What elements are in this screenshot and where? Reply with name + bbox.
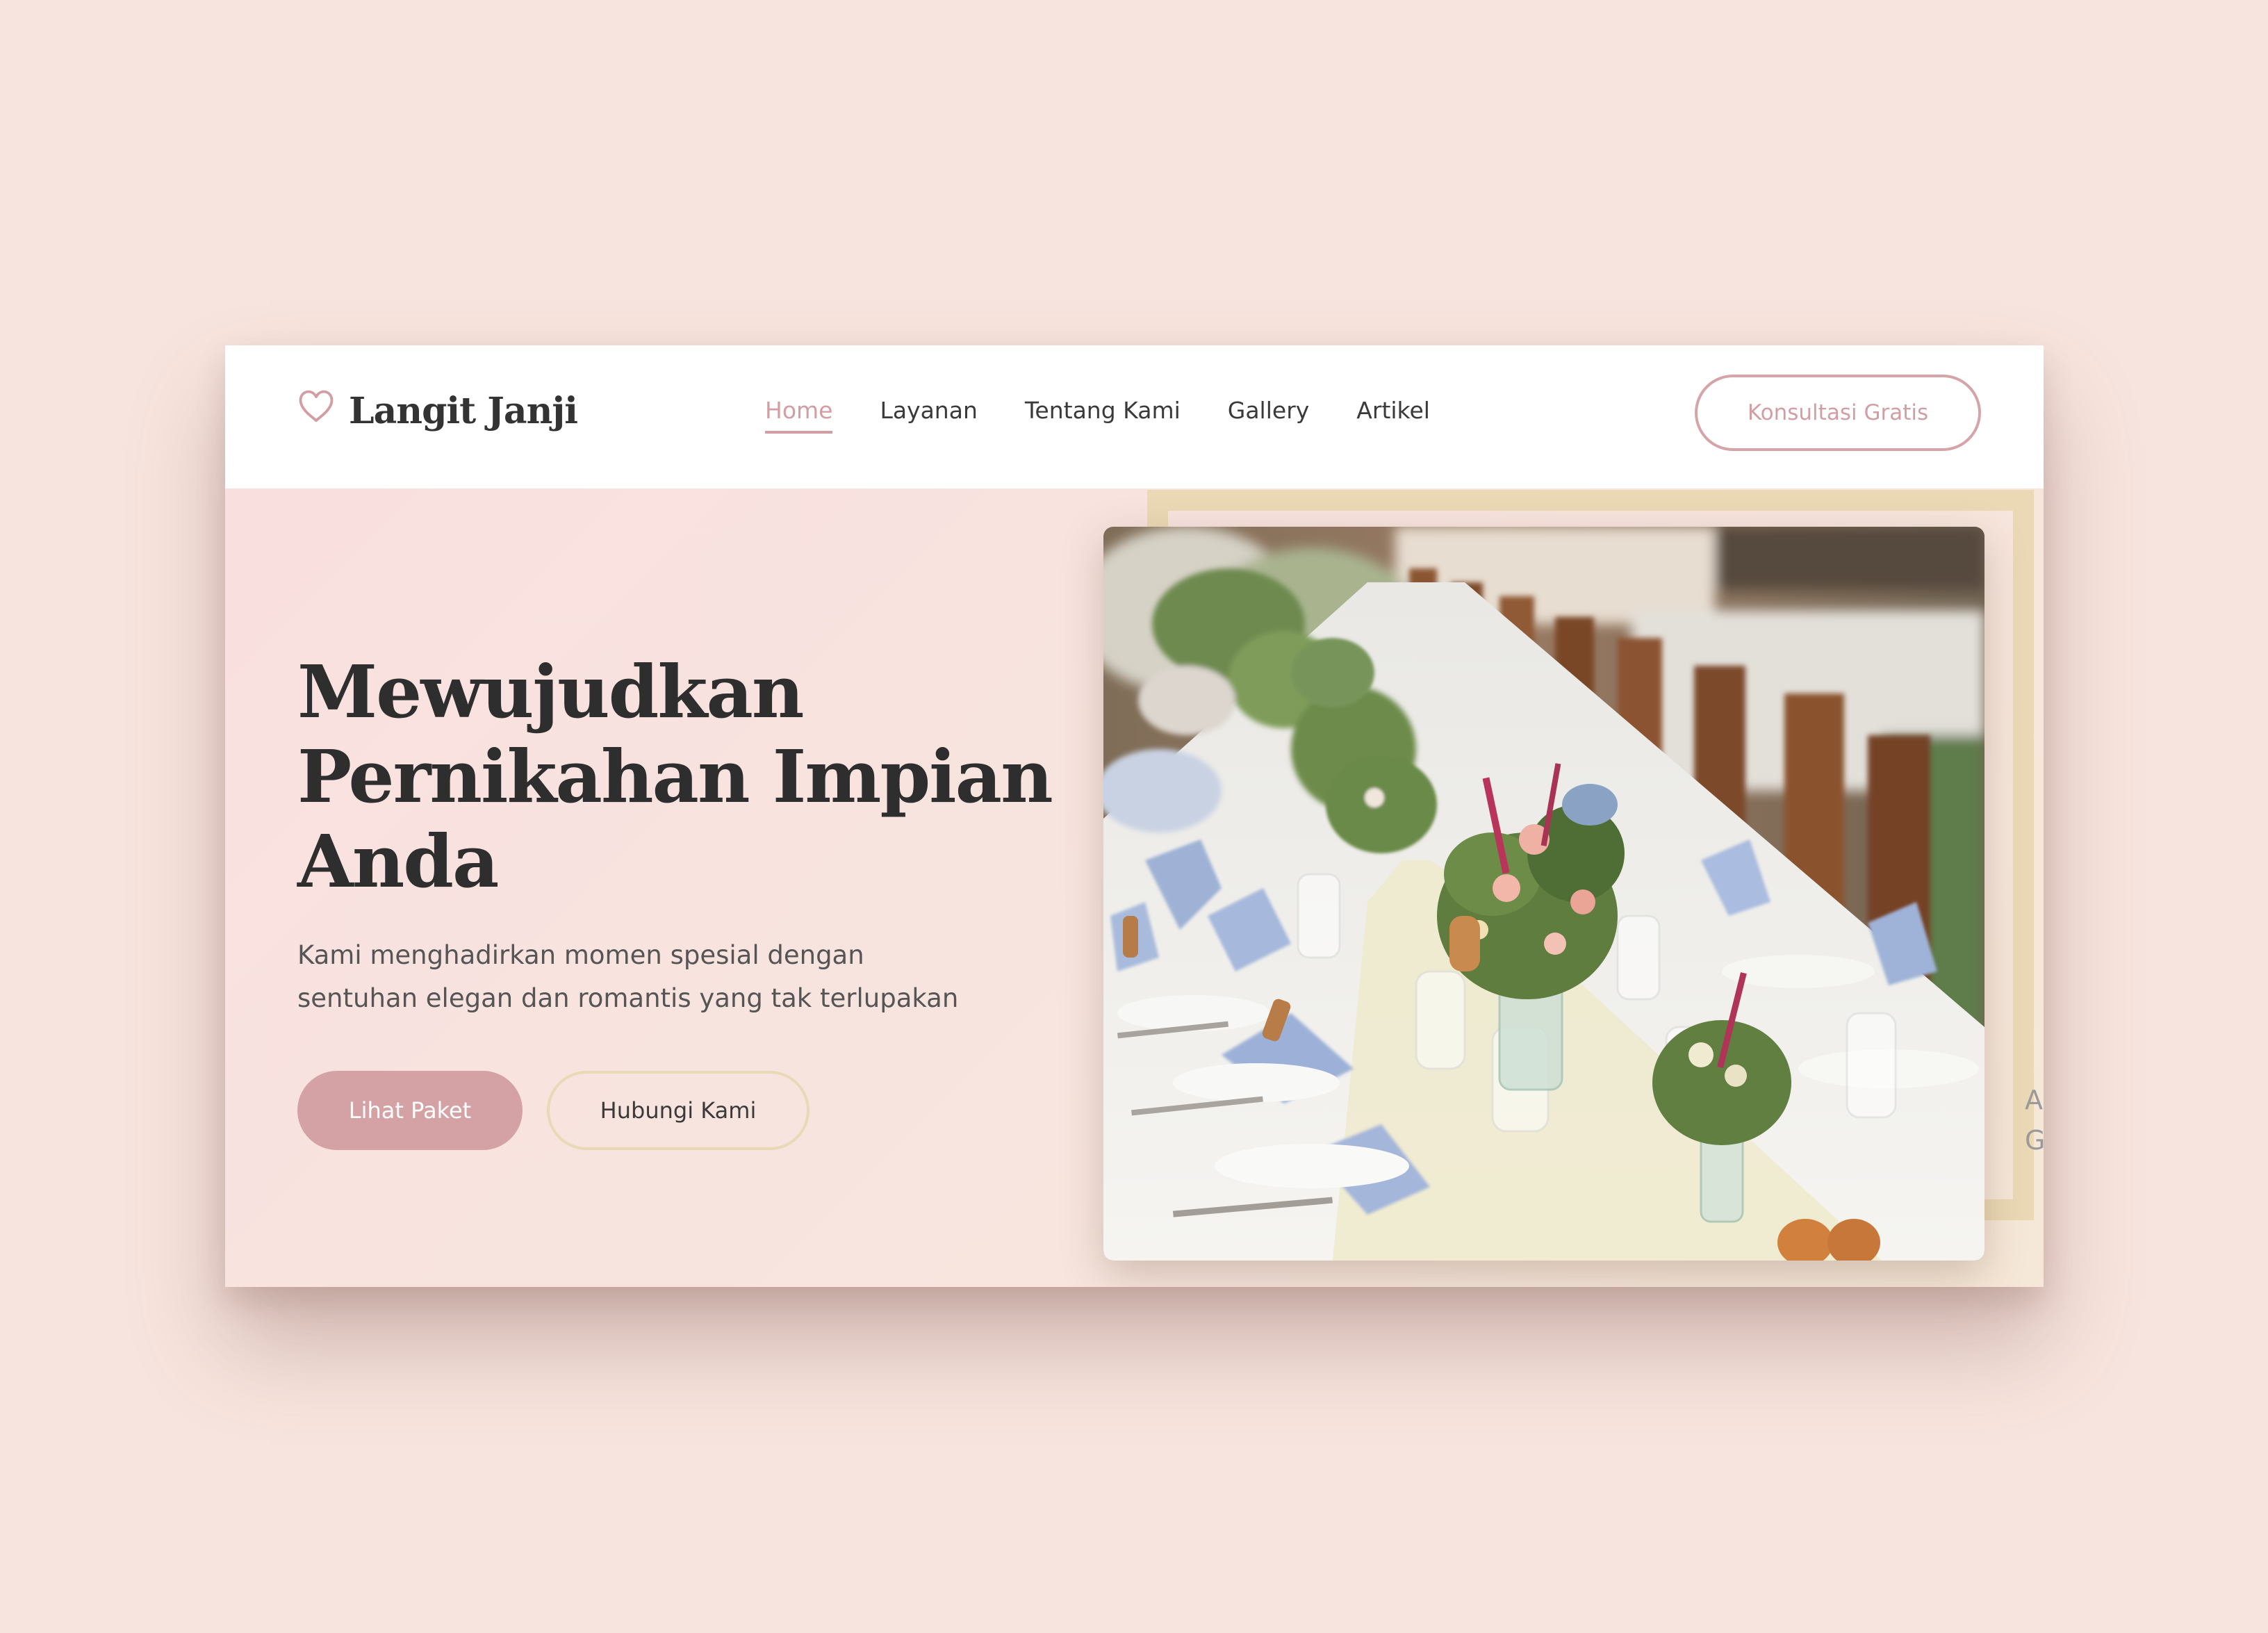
- nav-item-artikel[interactable]: Artikel: [1356, 397, 1430, 434]
- cutoff-text-fragment: G: [2025, 1125, 2044, 1156]
- hero-title-line: Mewujudkan: [297, 649, 804, 735]
- hero-title-line: Anda: [297, 819, 499, 904]
- nav-item-layanan[interactable]: Layanan: [880, 397, 977, 434]
- hero-subtitle-line: sentuhan elegan dan romantis yang tak te…: [297, 983, 959, 1013]
- brand-logo[interactable]: Langit Janji: [297, 390, 578, 432]
- hero-subtitle-line: Kami menghadirkan momen spesial dengan: [297, 940, 864, 970]
- brand-name: Langit Janji: [349, 390, 578, 432]
- main-navigation: Home Layanan Tentang Kami Gallery Artike…: [765, 397, 1477, 434]
- hero-title-line: Pernikahan Impian: [297, 734, 1053, 819]
- view-packages-button[interactable]: Lihat Paket: [297, 1071, 523, 1150]
- contact-us-button[interactable]: Hubungi Kami: [547, 1071, 810, 1150]
- nav-item-gallery[interactable]: Gallery: [1228, 397, 1310, 434]
- hero-section: Mewujudkan Pernikahan Impian Anda Kami m…: [225, 489, 2044, 1287]
- nav-item-home[interactable]: Home: [765, 397, 833, 434]
- website-preview-card: Langit Janji Home Layanan Tentang Kami G…: [225, 345, 2044, 1287]
- heart-outline-icon: [299, 390, 334, 422]
- nav-item-tentang-kami[interactable]: Tentang Kami: [1025, 397, 1181, 434]
- hero-subtitle: Kami menghadirkan momen spesial dengan s…: [297, 934, 1062, 1020]
- wedding-table-photo: [1103, 527, 1984, 1261]
- navbar: Langit Janji Home Layanan Tentang Kami G…: [225, 345, 2044, 489]
- cutoff-text-fragment: A: [2025, 1085, 2043, 1115]
- hero-title: Mewujudkan Pernikahan Impian Anda: [297, 650, 1131, 904]
- free-consultation-button[interactable]: Konsultasi Gratis: [1695, 375, 1981, 451]
